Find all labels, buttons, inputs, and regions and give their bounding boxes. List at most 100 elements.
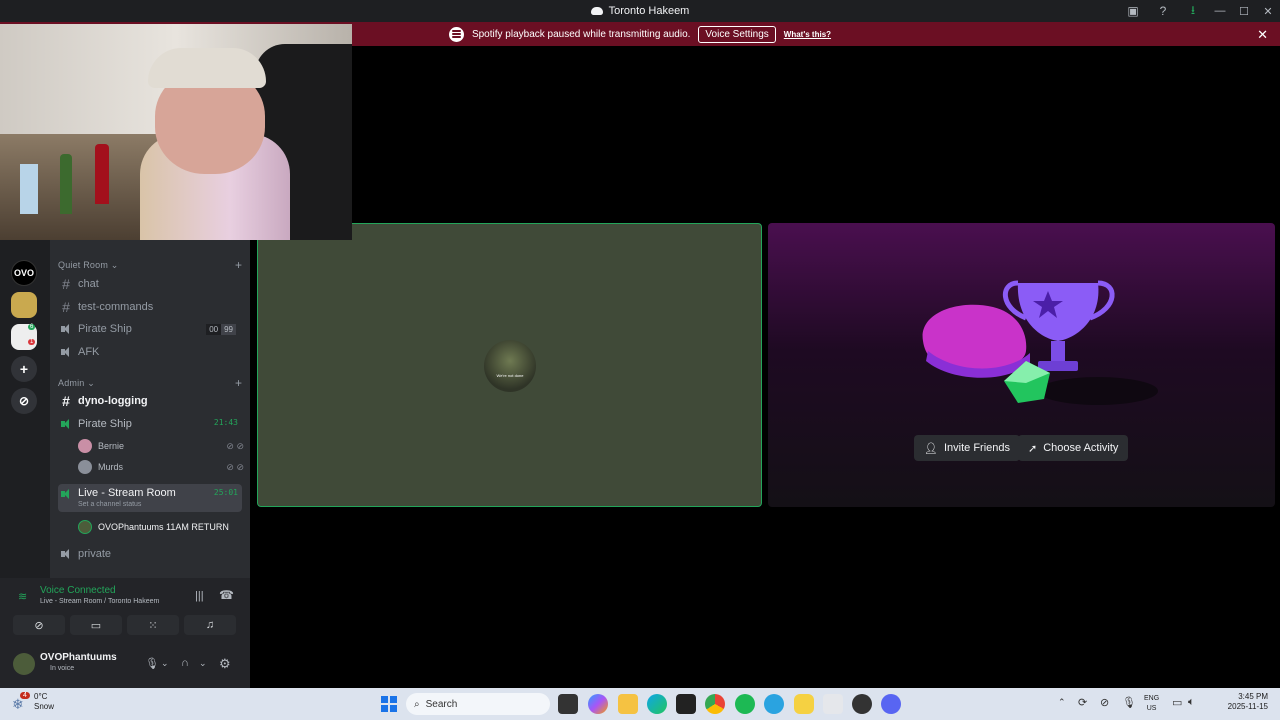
close-banner-icon[interactable]: ✕ [1257,27,1268,43]
avatar [78,520,92,534]
avatar [78,439,92,453]
add-server-button[interactable]: + [11,356,37,382]
snipping-tool-icon[interactable] [823,694,843,714]
voice-channel-icon [60,548,72,560]
channel-list: Quiet Room ⌄ + # chat # test-commands Pira… [50,240,250,578]
copilot-icon[interactable] [588,694,608,714]
text-channel-icon: # [62,299,70,315]
edge-icon[interactable] [647,694,667,714]
headphones-icon[interactable]: ∩ [181,657,189,669]
voice-member[interactable]: Murds [78,458,123,476]
voice-user-tile[interactable]: We're not done [257,223,762,507]
screen-share-button[interactable]: ▭ [70,615,122,635]
whats-this-link[interactable]: What's this? [784,30,831,39]
disconnect-icon[interactable]: ☎ [219,588,234,602]
gear-icon[interactable]: ⚙ [219,656,231,672]
language-indicator[interactable]: ENG US [1144,694,1159,714]
app-icon[interactable] [794,694,814,714]
channel-live-stream-room[interactable]: Live - Stream Room Set a channel status … [58,484,242,512]
category-admin[interactable]: Admin ⌄ [58,378,95,389]
search-icon: ⌕ [414,698,420,710]
noise-suppression-icon[interactable]: ||| [195,590,204,602]
voice-member[interactable]: OVOPhantuums 11AM RETURN [78,518,229,536]
avatar[interactable] [13,653,35,675]
avatar: We're not done [484,340,536,392]
channel-pirate-ship[interactable]: Pirate Ship 00 99 [58,319,242,339]
file-explorer-icon[interactable] [618,694,638,714]
activities-button[interactable]: ⁙ [127,615,179,635]
channel-pirate-ship-admin[interactable]: Pirate Ship 21:43 [58,414,242,434]
minimize-button[interactable]: — [1208,0,1232,22]
muted-deafened-icon: ⊘ ⊘ [226,462,244,472]
weather-widget[interactable]: 0°C Snow [34,692,54,712]
user-name: OVOPhantuums [40,652,117,663]
explore-servers-button[interactable]: ⊘ [11,388,37,414]
channel-private[interactable]: private [58,544,242,564]
voice-channel-icon [60,323,72,335]
chevron-up-icon[interactable]: ⌃ [1058,697,1066,708]
window-title: Toronto Hakeem [590,5,690,17]
rocket-icon: ➚ [1028,442,1038,455]
soundboard-button[interactable]: ♫ [184,615,236,635]
display-icon[interactable]: ▭ [1172,696,1182,709]
inbox-icon[interactable]: ▣ [1118,0,1148,22]
sync-icon[interactable]: ⟳ [1078,696,1087,709]
discord-icon[interactable] [881,694,901,714]
task-view-icon[interactable] [558,694,578,714]
camera-off-button[interactable]: ⊘ [13,615,65,635]
clock[interactable]: 3:45 PM 2025-11-15 [1228,692,1268,712]
window-title-text: Toronto Hakeem [608,5,690,17]
user-limit-pill: 00 99 [206,324,236,335]
voice-channel-icon [60,418,72,430]
channel-name: Live - Stream Room [78,487,176,499]
channel-timer: 21:43 [213,418,238,427]
title-bar: Toronto Hakeem ▣ ? ⭳ — ☐ ✕ [0,0,1280,22]
connection-icon: ≋ [18,591,28,603]
volume-icon[interactable]: 🔈︎ [1188,696,1195,709]
channel-test-commands[interactable]: # test-commands [58,297,242,317]
microphone-icon[interactable]: 🎙︎ [145,657,159,670]
voice-status: Voice Connected [40,585,116,596]
voice-settings-button[interactable]: Voice Settings [698,25,776,43]
channel-status-prompt[interactable]: Set a channel status [78,501,176,508]
maximize-button[interactable]: ☐ [1232,0,1256,22]
channel-dyno-logging[interactable]: # dyno-logging [58,391,242,411]
network-icon[interactable]: ⊘ [1100,696,1109,709]
microphone-tray-icon[interactable]: 🎙︎ [1122,696,1136,709]
user-status: In voice [50,665,75,672]
help-icon[interactable]: ? [1148,0,1178,22]
spotify-icon[interactable] [735,694,755,714]
weather-badge: 4 [20,692,30,699]
choose-activity-button[interactable]: ➚ Choose Activity [1018,435,1129,461]
add-channel-icon[interactable]: + [235,258,242,272]
avatar [78,460,92,474]
taskbar-search[interactable]: ⌕ Search [406,693,550,715]
voice-panel: ≋ Voice Connected Live - Stream Room / T… [0,578,250,688]
text-channel-icon: # [62,393,70,409]
channel-afk[interactable]: AFK [58,342,242,362]
terminal-icon[interactable] [676,694,696,714]
activity-illustration [922,280,1158,405]
server-ovo[interactable]: OVO [11,260,37,286]
chevron-down-icon[interactable]: ⌄ [199,658,207,669]
server-icon-2[interactable] [11,292,37,318]
voice-channel-icon [60,346,72,358]
activity-tile: 👤︎ Invite Friends ➚ Choose Activity [768,223,1275,507]
channel-timer: 25:01 [213,488,238,497]
category-quiet-room[interactable]: Quiet Room ⌄ [58,260,118,271]
start-icon[interactable] [381,696,397,712]
chrome-icon[interactable] [705,694,725,714]
voice-member[interactable]: Bernie [78,437,124,455]
add-channel-icon[interactable]: + [235,376,242,390]
download-icon[interactable]: ⭳ [1178,0,1208,22]
invite-friends-button[interactable]: 👤︎ Invite Friends [914,435,1020,461]
obs-icon[interactable] [852,694,872,714]
voice-location[interactable]: Live - Stream Room / Toronto Hakeem [40,598,159,605]
telegram-icon[interactable] [764,694,784,714]
spotify-icon [448,26,464,42]
text-channel-icon: # [62,276,70,292]
close-window-button[interactable]: ✕ [1256,0,1280,22]
channel-chat[interactable]: # chat [58,274,242,294]
chevron-down-icon[interactable]: ⌄ [161,658,169,669]
banner-message: Spotify playback paused while transmitti… [471,28,691,40]
